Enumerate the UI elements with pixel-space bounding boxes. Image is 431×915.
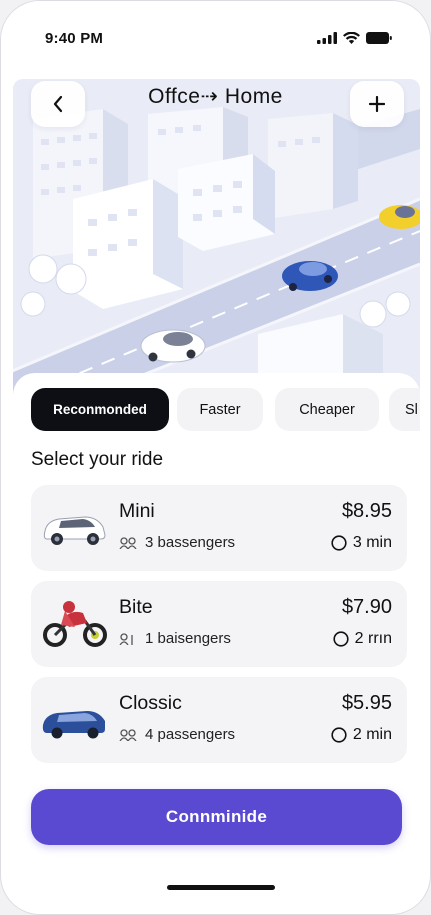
tab-faster[interactable]: Faster bbox=[177, 388, 263, 431]
ride-passengers-text: 4 passengers bbox=[145, 726, 236, 743]
status-icons bbox=[317, 32, 392, 44]
ride-eta-text: 3 min bbox=[352, 534, 392, 551]
tab-cheaper[interactable]: Cheaper bbox=[275, 388, 379, 431]
ride-sheet: Reconmonded Faster Cheaper Sl Select you… bbox=[13, 373, 420, 914]
add-button[interactable] bbox=[350, 81, 404, 127]
ride-eta: 2 rrın bbox=[333, 630, 392, 648]
home-indicator bbox=[167, 885, 275, 890]
section-title: Select your ride bbox=[31, 449, 164, 470]
ride-price: $5.95 bbox=[341, 692, 392, 714]
status-time: 9:40 PM bbox=[45, 30, 104, 47]
tab-recommended[interactable]: Reconmonded bbox=[31, 388, 169, 431]
ride-option-classic[interactable]: Clossic 4 passengers $5.95 2 min bbox=[31, 677, 407, 763]
clock-icon bbox=[331, 727, 347, 743]
ride-eta-text: 2 rrın bbox=[354, 630, 392, 647]
white-car-icon bbox=[43, 516, 106, 545]
city-illustration bbox=[13, 79, 420, 399]
ride-name: Bite bbox=[119, 596, 153, 618]
ride-passengers-text: 1 baisengers bbox=[145, 630, 231, 647]
ride-name: Mini bbox=[119, 500, 155, 522]
ride-option-bike[interactable]: Bite 1 baisengers $7.90 2 rrın bbox=[31, 581, 407, 667]
ride-option-mini[interactable]: Mini 3 bassengers $8.95 3 min bbox=[31, 485, 407, 571]
clock-icon bbox=[331, 535, 347, 551]
motorbike-icon bbox=[43, 601, 107, 647]
ride-passengers: 1 baisengers bbox=[119, 630, 231, 647]
confirm-ride-button[interactable]: Connminide bbox=[31, 789, 402, 845]
ride-passengers: 3 bassengers bbox=[119, 534, 235, 551]
passengers-icon bbox=[119, 632, 133, 645]
ride-name: Clossic bbox=[119, 692, 182, 714]
ride-eta-text: 2 min bbox=[352, 726, 392, 743]
ride-eta: 2 min bbox=[331, 726, 392, 744]
passengers-icon bbox=[119, 728, 137, 741]
wifi-icon bbox=[343, 32, 360, 44]
ride-passengers: 4 passengers bbox=[119, 726, 235, 743]
ride-passengers-text: 3 bassengers bbox=[145, 534, 236, 551]
passengers-icon bbox=[119, 536, 137, 549]
phone-frame: 9:40 PM Offce⇢ Home Reconmonded Faster C… bbox=[0, 0, 431, 915]
status-bar: 9:40 PM bbox=[1, 1, 430, 73]
white-car bbox=[140, 329, 206, 363]
blue-car bbox=[282, 261, 338, 291]
ride-price: $8.95 bbox=[341, 500, 392, 522]
tab-more[interactable]: Sl bbox=[389, 388, 420, 431]
ride-price: $7.90 bbox=[341, 596, 392, 618]
map-view[interactable] bbox=[13, 79, 420, 399]
plus-icon bbox=[369, 96, 385, 112]
signal-icon bbox=[317, 32, 337, 44]
battery-icon bbox=[366, 32, 392, 44]
blue-car-icon bbox=[42, 711, 105, 739]
clock-icon bbox=[333, 631, 349, 647]
ride-eta: 3 min bbox=[331, 534, 392, 552]
filter-tabs: Reconmonded Faster Cheaper Sl bbox=[31, 388, 420, 432]
